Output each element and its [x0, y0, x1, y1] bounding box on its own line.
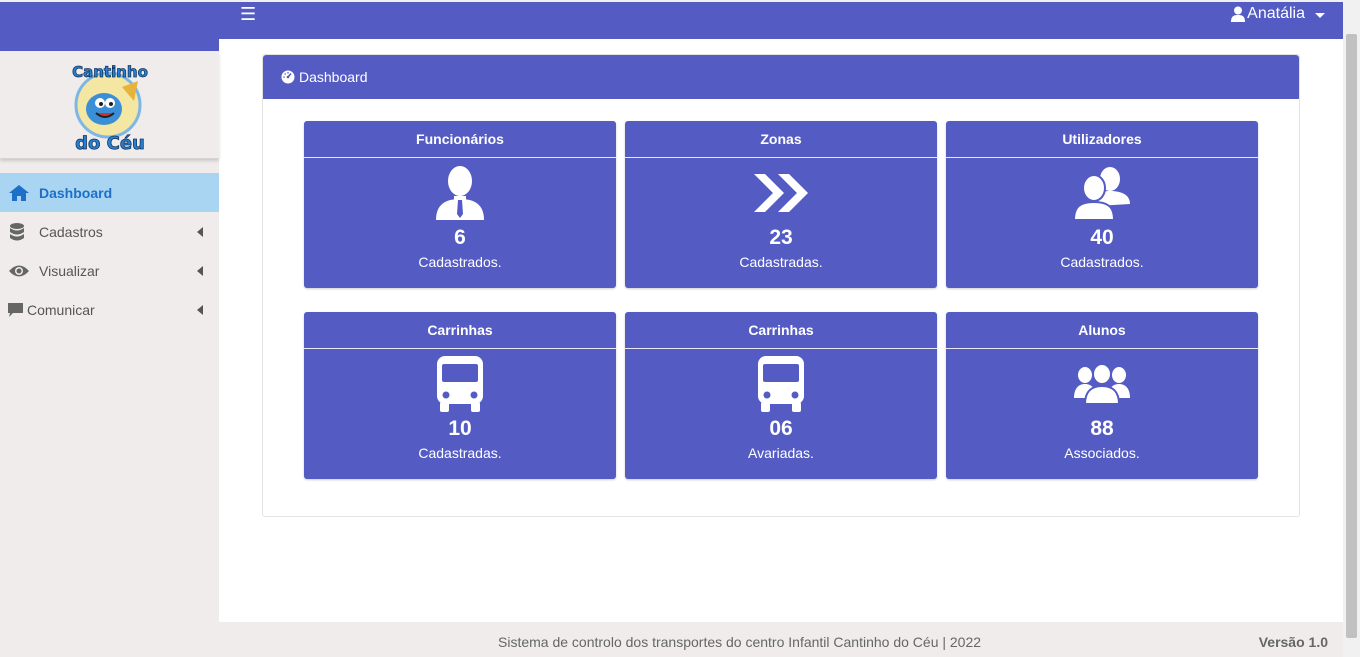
tachometer-icon: [281, 70, 295, 84]
card-label: Cadastrados.: [418, 254, 502, 270]
sidebar-item-cadastros[interactable]: Cadastros: [0, 212, 219, 251]
card-title: Utilizadores: [946, 121, 1258, 158]
card-value: 06: [769, 417, 793, 440]
sidebar-menu: Dashboard Cadastros Visualizar Comunicar: [0, 173, 219, 329]
logo[interactable]: Cantinho do Céu: [0, 51, 219, 159]
footer: Sistema de controlo dos transportes do c…: [219, 622, 1343, 657]
logo-image: Cantinho do Céu: [71, 62, 148, 153]
user-tie-icon: [304, 158, 616, 228]
card-title: Carrinhas: [625, 312, 937, 349]
card-label: Cadastradas.: [739, 254, 823, 270]
top-navbar: ☰ Anatália: [0, 0, 1343, 53]
vertical-scrollbar[interactable]: [1343, 0, 1360, 657]
card-title: Funcionários: [304, 121, 616, 158]
version-label: Versão 1.0: [1258, 634, 1328, 650]
card-label: Cadastradas.: [418, 445, 502, 461]
eye-icon: [9, 264, 31, 278]
card-label: Avariadas.: [748, 445, 814, 461]
card-value: 23: [769, 226, 793, 249]
card-label: Cadastrados.: [1060, 254, 1144, 270]
sidebar: Cantinho do Céu Dashboard Cadastros Visu…: [0, 51, 219, 657]
user-icon: [1231, 6, 1246, 22]
chevron-left-icon: [197, 305, 203, 315]
sidebar-item-comunicar[interactable]: Comunicar: [0, 290, 219, 329]
home-icon: [9, 184, 31, 201]
bus-icon: [304, 349, 616, 419]
card-label: Associados.: [1064, 445, 1140, 461]
chevron-left-icon: [197, 227, 203, 237]
sidebar-item-label: Comunicar: [27, 301, 95, 318]
comment-icon: [8, 302, 24, 317]
user-menu-dropdown[interactable]: Anatália: [1231, 5, 1325, 23]
card-value: 6: [454, 226, 466, 249]
group-icon: [946, 349, 1258, 419]
card-utilizadores[interactable]: Utilizadores 40 Cadastrados.: [946, 121, 1258, 288]
users-icon: [946, 158, 1258, 228]
card-alunos[interactable]: Alunos 88 Associados.: [946, 312, 1258, 479]
sidebar-item-label: Visualizar: [39, 262, 100, 279]
sidebar-item-label: Dashboard: [39, 184, 113, 201]
sidebar-item-label: Cadastros: [39, 223, 103, 240]
footer-text: Sistema de controlo dos transportes do c…: [498, 634, 982, 650]
card-funcionarios[interactable]: Funcionários 6 Cadastrados.: [304, 121, 616, 288]
card-title: Zonas: [625, 121, 937, 158]
panel-header: Dashboard: [263, 55, 1299, 99]
card-carrinhas-avariadas[interactable]: Carrinhas 06 Avariadas.: [625, 312, 937, 479]
hamburger-icon[interactable]: ☰: [240, 4, 256, 24]
card-value: 88: [1090, 417, 1114, 440]
bus-icon: [625, 349, 937, 419]
sidebar-item-visualizar[interactable]: Visualizar: [0, 251, 219, 290]
chevron-down-icon: [1315, 12, 1325, 18]
card-value: 10: [448, 417, 472, 440]
sidebar-item-dashboard[interactable]: Dashboard: [0, 173, 219, 212]
chevron-left-icon: [197, 266, 203, 276]
card-value: 40: [1090, 226, 1114, 249]
database-icon: [9, 222, 31, 241]
panel-title: Dashboard: [299, 69, 368, 85]
scrollbar-thumb[interactable]: [1346, 34, 1357, 638]
card-title: Carrinhas: [304, 312, 616, 349]
card-zonas[interactable]: Zonas 23 Cadastradas.: [625, 121, 937, 288]
card-title: Alunos: [946, 312, 1258, 349]
svg-text:do Céu: do Céu: [75, 133, 145, 153]
user-name: Anatália: [1247, 5, 1305, 22]
card-carrinhas-cadastradas[interactable]: Carrinhas 10 Cadastradas.: [304, 312, 616, 479]
double-chevron-icon: [625, 158, 937, 228]
svg-text:Cantinho: Cantinho: [72, 63, 148, 81]
